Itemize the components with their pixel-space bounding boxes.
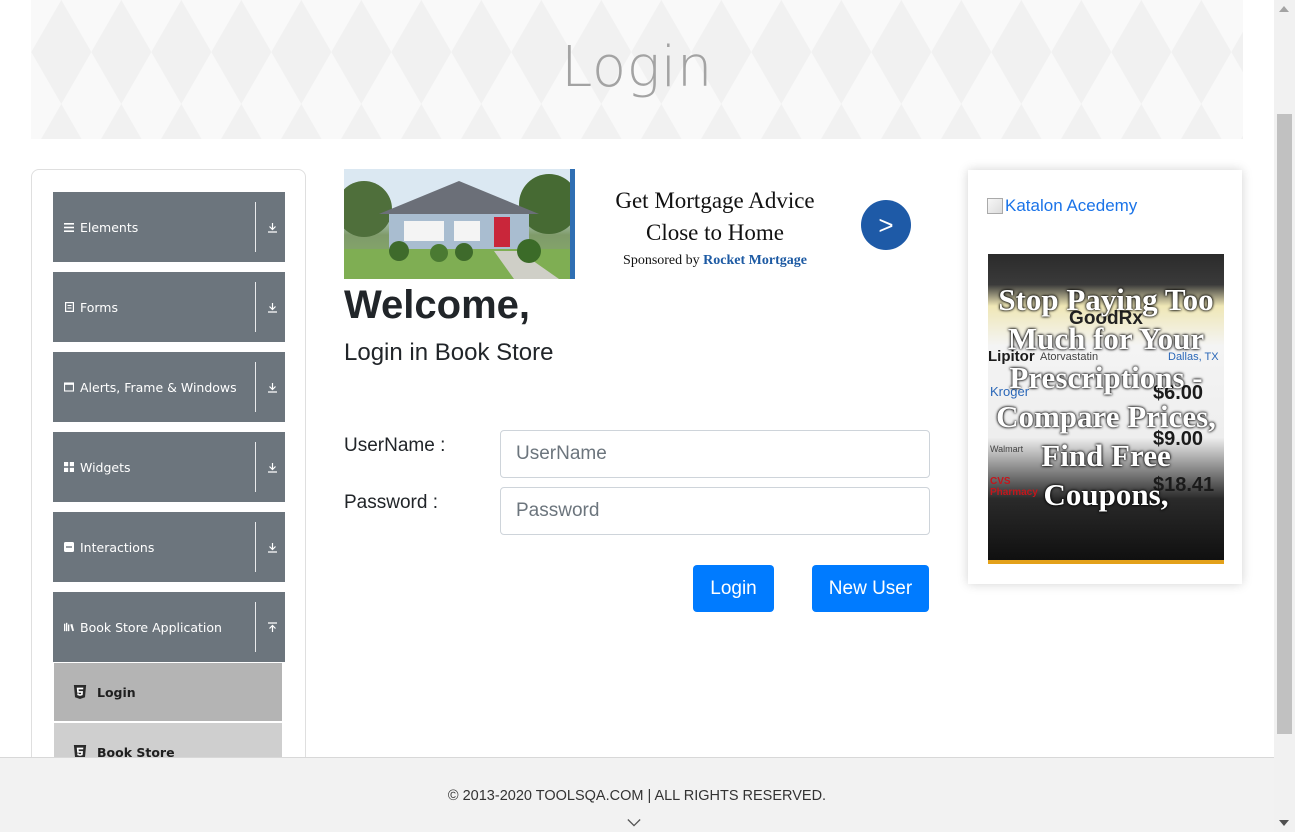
house-photo [344,169,575,279]
divider [255,202,256,252]
password-input[interactable] [500,487,930,535]
scroll-up-arrow-icon[interactable] [1279,6,1289,12]
chevron-down-icon[interactable] [627,816,641,830]
rx-ad-headline: Stop Paying Too Much for Your Prescripti… [996,282,1216,512]
divider [255,602,256,652]
divider [255,442,256,492]
sidebar-group-interactions[interactable]: Interactions [53,512,285,582]
sidebar-group-book-store-application[interactable]: Book Store Application [53,592,285,662]
book-icon [64,622,74,632]
sidebar-item-login[interactable]: Login [54,663,282,721]
expand-down-icon[interactable] [259,512,285,582]
katalon-ad-link[interactable]: Katalon Acedemy [987,196,1137,216]
page-header-banner: Login [31,0,1243,139]
divider [255,522,256,572]
ad-arrow-button[interactable]: > [861,200,911,250]
collapse-up-icon[interactable] [259,592,285,662]
interactions-icon [64,542,74,552]
sidebar-group-widgets[interactable]: Widgets [53,432,285,502]
menu-icon [64,222,74,232]
page-scrollbar[interactable] [1274,0,1295,832]
sidebar-group-elements[interactable]: Elements [53,192,285,262]
ad-sponsored-prefix: Sponsored by [623,253,700,268]
welcome-heading: Welcome, [344,283,530,327]
sidebar-group-forms[interactable]: Forms [53,272,285,342]
login-subtitle: Login in Book Store [344,339,554,366]
expand-down-icon[interactable] [259,432,285,502]
copyright-text: © 2013-2020 TOOLSQA.COM | ALL RIGHTS RES… [447,788,827,804]
page-footer: © 2013-2020 TOOLSQA.COM | ALL RIGHTS RES… [0,757,1274,832]
login-button[interactable]: Login [693,565,774,612]
widgets-icon [64,462,74,472]
ad-sponsored: Sponsored by Rocket Mortgage [584,253,846,269]
password-label: Password : [344,492,438,513]
ad-sponsor-name[interactable]: Rocket Mortgage [703,253,807,268]
expand-down-icon[interactable] [259,272,285,342]
sidebar-group-alerts-frame-windows[interactable]: Alerts, Frame & Windows [53,352,285,422]
prescription-ad[interactable]: GoodRx Lipitor Atorvastatin Dallas, TX K… [988,254,1224,564]
right-ad-panel: Katalon Acedemy GoodRx Lipitor Atorvasta… [968,170,1242,584]
new-user-button[interactable]: New User [812,565,929,612]
divider [255,362,256,412]
scroll-down-arrow-icon[interactable] [1279,820,1289,826]
form-icon [64,302,74,312]
username-label: UserName : [344,435,446,456]
scrollbar-thumb[interactable] [1277,114,1292,734]
ad-headline: Get Mortgage Advice Close to Home [584,185,846,249]
expand-down-icon[interactable] [259,352,285,422]
html5-icon [73,685,87,699]
username-input[interactable] [500,430,930,478]
mortgage-ad[interactable]: Get Mortgage Advice Close to Home Sponso… [344,169,919,279]
window-icon [64,382,74,392]
expand-down-icon[interactable] [259,192,285,262]
broken-image-icon [987,198,1003,214]
katalon-ad-link-text: Katalon Acedemy [1005,196,1138,215]
ad-headline-line: Close to Home [646,220,784,245]
ad-headline-line: Get Mortgage Advice [615,188,815,213]
page: Login Elements Forms Alerts, Frame & Win… [0,0,1295,832]
sidebar: Elements Forms Alerts, Frame & Windows W… [31,169,306,789]
divider [255,282,256,332]
page-title: Login [561,35,713,100]
sidebar-item-label: Login [97,684,136,700]
